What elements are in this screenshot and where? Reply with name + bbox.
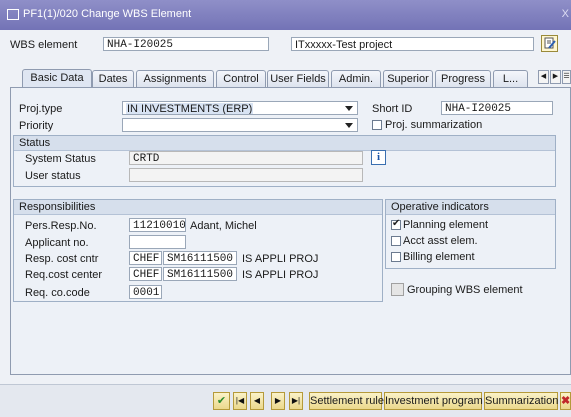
chevron-down-icon[interactable]: [345, 106, 353, 111]
tab-dates[interactable]: Dates: [92, 70, 134, 87]
proj-summarization-checkbox[interactable]: [372, 120, 382, 130]
tab-scroll-right-icon[interactable]: ▶: [550, 70, 561, 84]
proj-type-dropdown[interactable]: IN INVESTMENTS (ERP): [122, 101, 358, 115]
tab-control[interactable]: Control: [216, 70, 266, 87]
acct-asst-checkbox[interactable]: [391, 236, 401, 246]
pers-resp-label: Pers.Resp.No.: [25, 220, 97, 232]
system-status-field: CRTD: [129, 151, 363, 165]
short-id-field[interactable]: NHA-I20025: [441, 101, 553, 115]
wbs-element-label: WBS element: [10, 39, 78, 51]
proj-type-label: Proj.type: [19, 103, 63, 115]
window-icon: [7, 9, 19, 20]
settlement-rule-button[interactable]: Settlement rule: [309, 392, 384, 410]
proj-summarization-label: Proj. summarization: [385, 119, 483, 131]
proj-type-value: IN INVESTMENTS (ERP): [126, 103, 254, 115]
resp-cost-center-field[interactable]: SM16111500: [163, 251, 237, 265]
acct-asst-label: Acct asst elem.: [403, 235, 478, 247]
applicant-label: Applicant no.: [25, 237, 89, 249]
first-page-icon[interactable]: |◀: [233, 392, 247, 410]
pers-resp-field[interactable]: 11210010: [129, 218, 186, 232]
wbs-element-field[interactable]: NHA-I20025: [103, 37, 269, 51]
req-company-code-field[interactable]: 0001: [129, 285, 162, 299]
billing-element-checkbox[interactable]: [391, 252, 401, 262]
resp-cost-center-desc: IS APPLI PROJ: [242, 253, 319, 265]
tab-basic-data[interactable]: Basic Data: [22, 69, 92, 88]
tab-list-icon[interactable]: ☰: [562, 70, 571, 84]
resp-cost-center-label: Resp. cost cntr: [25, 253, 99, 265]
req-company-code-label: Req. co.code: [25, 287, 90, 299]
tab-progress[interactable]: Progress: [435, 70, 491, 87]
chevron-down-icon[interactable]: [345, 123, 353, 128]
short-id-label: Short ID: [372, 103, 413, 115]
resp-controlling-area-field[interactable]: CHEF: [129, 251, 162, 265]
tab-user-fields[interactable]: User Fields: [267, 70, 329, 87]
investment-program-button[interactable]: Investment program: [384, 392, 483, 410]
priority-label: Priority: [19, 120, 54, 132]
tab-assignments[interactable]: Assignments: [136, 70, 214, 87]
status-group-title: Status: [14, 136, 555, 151]
edit-note-icon: [544, 37, 556, 49]
checkmark-icon: ✔: [392, 218, 401, 229]
info-icon[interactable]: i: [371, 150, 386, 165]
planning-element-label: Planning element: [403, 219, 489, 231]
priority-dropdown[interactable]: [122, 118, 358, 132]
tab-admin[interactable]: Admin.: [331, 70, 381, 87]
wbs-description-field[interactable]: ITxxxxx-Test project: [291, 37, 534, 51]
title-bar: PF1(1)/020 Change WBS Element X: [0, 0, 571, 30]
summarization-button[interactable]: Summarization: [484, 392, 558, 410]
grouping-wbs-label: Grouping WBS element: [407, 284, 523, 296]
req-controlling-area-field[interactable]: CHEF: [129, 267, 162, 281]
responsibilities-group-title: Responsibilities: [14, 200, 382, 215]
applicant-field[interactable]: [129, 235, 186, 249]
pers-resp-name: Adant, Michel: [190, 220, 257, 232]
edit-text-button[interactable]: [541, 35, 558, 52]
planning-element-checkbox[interactable]: ✔: [391, 218, 401, 230]
cancel-x-icon[interactable]: ✖: [560, 392, 571, 410]
req-cost-center-label: Req.cost center: [25, 269, 103, 281]
last-page-icon[interactable]: ▶|: [289, 392, 303, 410]
user-status-label: User status: [25, 170, 81, 182]
grouping-wbs-checkbox[interactable]: [391, 283, 404, 296]
req-cost-center-field[interactable]: SM16111500: [163, 267, 237, 281]
next-page-icon[interactable]: ▶: [271, 392, 285, 410]
tab-superior[interactable]: Superior: [383, 70, 433, 87]
operative-indicators-title: Operative indicators: [386, 200, 555, 215]
tab-scroll-left-icon[interactable]: ◀: [538, 70, 549, 84]
previous-page-icon[interactable]: ◀: [250, 392, 264, 410]
req-cost-center-desc: IS APPLI PROJ: [242, 269, 319, 281]
confirm-check-icon[interactable]: ✔: [213, 392, 230, 410]
system-status-label: System Status: [25, 153, 96, 165]
tab-more[interactable]: L...: [493, 70, 528, 87]
billing-element-label: Billing element: [403, 251, 475, 263]
window-title: PF1(1)/020 Change WBS Element: [23, 8, 192, 20]
close-icon[interactable]: X: [562, 8, 569, 20]
user-status-field: [129, 168, 363, 182]
